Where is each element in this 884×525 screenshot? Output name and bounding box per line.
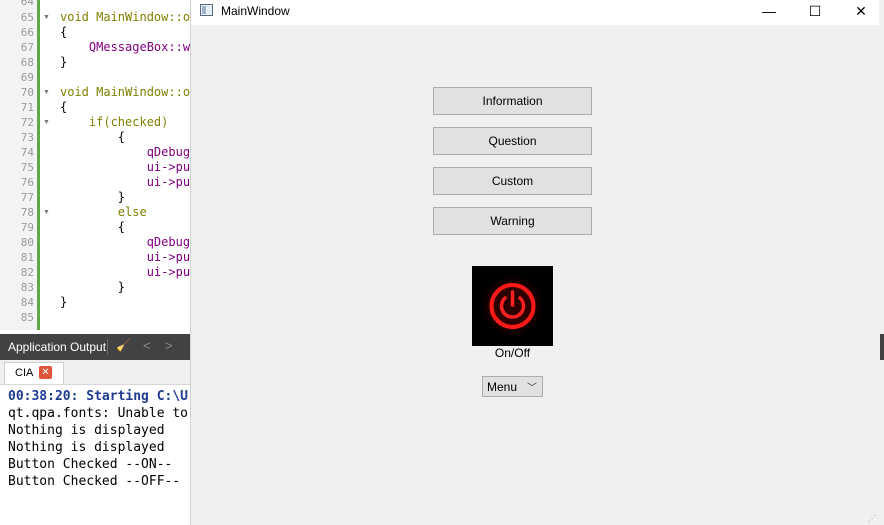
code-line: void MainWindow::on — [60, 85, 198, 99]
code-line: { — [60, 220, 126, 234]
line-number: 68 — [20, 56, 34, 69]
line-number: 77 — [20, 191, 34, 204]
line-number: 66 — [20, 26, 34, 39]
tab-label: CIA — [15, 367, 34, 379]
code-line: if(checked) — [60, 115, 169, 129]
code-line: } — [60, 55, 68, 69]
line-number: 73 — [20, 131, 34, 144]
output-line: Button Checked --ON-- — [8, 457, 173, 472]
fold-marker-icon[interactable]: ▼ — [43, 205, 50, 220]
output-pane-toolbar: Application Output 🧹 < > — [0, 334, 190, 360]
tab-cia[interactable]: CIA ✕ — [4, 362, 64, 384]
power-toggle-button[interactable] — [472, 266, 553, 346]
code-line: } — [60, 190, 126, 204]
chevron-left-icon[interactable]: < — [143, 338, 151, 353]
maximize-button[interactable]: ☐ — [792, 0, 838, 25]
window-title: MainWindow — [221, 4, 290, 18]
code-line: qDebug( — [60, 235, 198, 249]
code-line: } — [60, 295, 68, 309]
chevron-right-icon[interactable]: > — [165, 338, 173, 353]
code-line: ui->pus — [60, 265, 198, 279]
line-number: 70 — [20, 86, 34, 99]
code-editor[interactable]: 64 65 66 67 68 69 70 71 72 73 74 75 76 7… — [0, 0, 200, 330]
line-number: 82 — [20, 266, 34, 279]
output-line: Nothing is displayed — [8, 423, 165, 438]
line-number: 74 — [20, 146, 34, 159]
output-tabs: CIA ✕ — [0, 360, 190, 385]
code-line: qDebug( — [60, 145, 198, 159]
line-number: 81 — [20, 251, 34, 264]
close-button[interactable]: ✕ — [838, 0, 884, 25]
code-line: ui->pus — [60, 250, 198, 264]
close-tab-icon[interactable]: ✕ — [39, 366, 52, 379]
code-line: } — [60, 280, 126, 294]
code-line: void MainWindow::on — [60, 10, 198, 24]
line-number: 72 — [20, 116, 34, 129]
code-line: { — [60, 130, 126, 144]
question-button[interactable]: Question — [433, 127, 592, 155]
line-number: 64 — [20, 0, 34, 8]
fold-marker-icon[interactable]: ▼ — [43, 115, 50, 130]
fold-marker-icon[interactable]: ▼ — [43, 85, 50, 100]
menu-button-label: Menu — [487, 380, 518, 394]
line-number: 78 — [20, 206, 34, 219]
code-line: ui->pus — [60, 175, 198, 189]
custom-button[interactable]: Custom — [433, 167, 592, 195]
menu-button[interactable]: Menu ﹀ — [482, 376, 543, 397]
output-line: 00:38:20: Starting C:\U — [8, 389, 189, 404]
line-number: 71 — [20, 101, 34, 114]
title-bar[interactable]: MainWindow — ☐ ✕ — [191, 0, 879, 25]
output-line: qt.qpa.fonts: Unable to — [8, 406, 189, 421]
line-number: 85 — [20, 311, 34, 324]
output-line: Button Checked --OFF-- — [8, 474, 181, 489]
warning-button[interactable]: Warning — [433, 207, 592, 235]
output-pane-title: Application Output — [8, 340, 107, 354]
fold-marker-icon[interactable]: ▼ — [43, 10, 50, 25]
main-window: MainWindow — ☐ ✕ Information Question Cu… — [190, 0, 879, 525]
toolbar-separator — [107, 339, 108, 355]
information-button[interactable]: Information — [433, 87, 592, 115]
modified-lines-bar — [37, 0, 40, 330]
code-line: else — [60, 205, 147, 219]
minimize-button[interactable]: — — [746, 0, 792, 25]
output-line: Nothing is displayed — [8, 440, 165, 455]
line-number: 69 — [20, 71, 34, 84]
line-number: 65 — [20, 11, 34, 24]
power-label: On/Off — [494, 346, 531, 360]
window-icon — [200, 4, 213, 16]
line-number: 84 — [20, 296, 34, 309]
background-right-edge — [879, 0, 884, 525]
line-number: 80 — [20, 236, 34, 249]
line-number: 76 — [20, 176, 34, 189]
background-toolbar-edge — [880, 334, 884, 360]
code-line: { — [60, 100, 68, 114]
code-line: ui->pus — [60, 160, 198, 174]
clear-output-icon[interactable]: 🧹 — [116, 338, 131, 352]
power-icon — [478, 272, 547, 340]
code-line: QMessageBox::wa — [60, 40, 198, 54]
line-number: 67 — [20, 41, 34, 54]
resize-grip-icon[interactable]: ⋰ — [868, 514, 876, 523]
application-output[interactable]: 00:38:20: Starting C:\U qt.qpa.fonts: Un… — [0, 385, 190, 525]
line-number: 75 — [20, 161, 34, 174]
line-number: 83 — [20, 281, 34, 294]
chevron-down-icon: ﹀ — [527, 383, 537, 394]
line-number: 79 — [20, 221, 34, 234]
code-line: { — [60, 25, 68, 39]
